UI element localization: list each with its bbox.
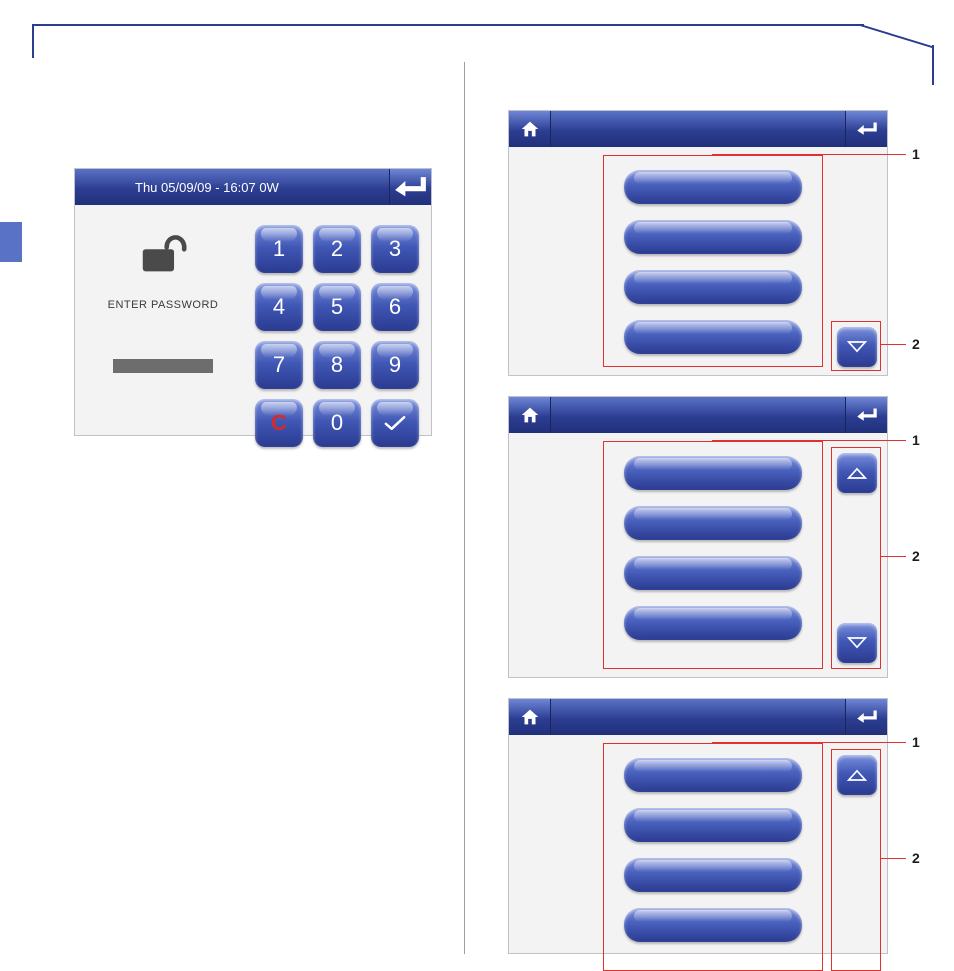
home-icon <box>519 404 541 426</box>
callout-box-scroll <box>831 447 881 669</box>
scroll-down-button[interactable] <box>837 327 877 367</box>
chevron-down-icon <box>847 636 867 650</box>
menu-body <box>509 433 887 677</box>
scroll-up-button[interactable] <box>837 453 877 493</box>
callout-2-label: 2 <box>912 548 920 564</box>
callout-box-scroll <box>831 749 881 971</box>
keypad-6[interactable]: 6 <box>371 283 419 331</box>
password-body: ENTER PASSWORD 1 2 3 4 5 6 7 8 9 C 0 <box>75 205 431 435</box>
return-arrow-icon <box>854 119 880 139</box>
callout-2-label: 2 <box>912 336 920 352</box>
menu-item[interactable] <box>624 270 802 304</box>
password-panel: Thu 05/09/09 - 16:07 0W ENTER PASSWORD 1… <box>74 168 432 436</box>
return-arrow-icon <box>854 405 880 425</box>
page-border-right <box>932 45 934 85</box>
menu-item[interactable] <box>624 556 802 590</box>
menu-item[interactable] <box>624 456 802 490</box>
password-prompt: ENTER PASSWORD <box>108 299 219 311</box>
page-border-top <box>32 24 864 58</box>
keypad-3[interactable]: 3 <box>371 225 419 273</box>
keypad-confirm[interactable] <box>371 399 419 447</box>
menu-item[interactable] <box>624 908 802 942</box>
menu-item[interactable] <box>624 606 802 640</box>
callout-box-items <box>603 155 823 367</box>
password-header: Thu 05/09/09 - 16:07 0W <box>75 169 431 205</box>
back-button[interactable] <box>845 397 887 433</box>
password-left-pane: ENTER PASSWORD <box>75 205 251 435</box>
home-button[interactable] <box>509 699 551 735</box>
keypad: 1 2 3 4 5 6 7 8 9 C 0 <box>251 205 431 435</box>
menu-item[interactable] <box>624 220 802 254</box>
callout-line <box>712 440 906 441</box>
keypad-0[interactable]: 0 <box>313 399 361 447</box>
return-arrow-icon <box>390 172 431 203</box>
menu-panel-2 <box>508 396 888 678</box>
callout-line <box>880 858 906 859</box>
callout-box-items <box>603 441 823 669</box>
back-button[interactable] <box>845 699 887 735</box>
keypad-9[interactable]: 9 <box>371 341 419 389</box>
return-arrow-icon <box>854 707 880 727</box>
home-icon <box>519 118 541 140</box>
menu-item[interactable] <box>624 858 802 892</box>
keypad-8[interactable]: 8 <box>313 341 361 389</box>
callout-line <box>712 154 906 155</box>
menu-item[interactable] <box>624 506 802 540</box>
password-input[interactable] <box>113 359 213 373</box>
callout-line <box>712 742 906 743</box>
unlock-icon <box>135 229 191 275</box>
home-icon <box>519 706 541 728</box>
keypad-1[interactable]: 1 <box>255 225 303 273</box>
callout-2-label: 2 <box>912 850 920 866</box>
keypad-2[interactable]: 2 <box>313 225 361 273</box>
callout-box-scroll <box>831 321 881 371</box>
keypad-4[interactable]: 4 <box>255 283 303 331</box>
page-border-diag <box>860 24 932 68</box>
menu-body <box>509 735 887 953</box>
menu-header <box>509 699 887 735</box>
callout-line <box>880 556 906 557</box>
column-divider <box>464 62 465 954</box>
callout-1-label: 1 <box>912 432 920 448</box>
menu-header <box>509 397 887 433</box>
menu-item[interactable] <box>624 808 802 842</box>
menu-items <box>604 156 822 368</box>
menu-body <box>509 147 887 375</box>
chevron-up-icon <box>847 768 867 782</box>
chevron-down-icon <box>847 340 867 354</box>
menu-panel-1 <box>508 110 888 376</box>
callout-1-label: 1 <box>912 734 920 750</box>
back-button[interactable] <box>845 111 887 147</box>
back-button[interactable] <box>389 169 431 205</box>
scroll-down-button[interactable] <box>837 623 877 663</box>
menu-item[interactable] <box>624 320 802 354</box>
callout-box-items <box>603 743 823 971</box>
keypad-5[interactable]: 5 <box>313 283 361 331</box>
home-button[interactable] <box>509 111 551 147</box>
menu-items <box>604 744 822 956</box>
chevron-up-icon <box>847 466 867 480</box>
menu-header <box>509 111 887 147</box>
scroll-up-button[interactable] <box>837 755 877 795</box>
home-button[interactable] <box>509 397 551 433</box>
keypad-7[interactable]: 7 <box>255 341 303 389</box>
keypad-clear[interactable]: C <box>255 399 303 447</box>
header-datetime: Thu 05/09/09 - 16:07 0W <box>135 180 279 195</box>
callout-1-label: 1 <box>912 146 920 162</box>
page-side-tab <box>0 222 22 262</box>
menu-item[interactable] <box>624 170 802 204</box>
callout-line <box>880 344 906 345</box>
check-icon <box>382 413 408 433</box>
menu-items <box>604 442 822 654</box>
menu-panel-3 <box>508 698 888 954</box>
menu-item[interactable] <box>624 758 802 792</box>
